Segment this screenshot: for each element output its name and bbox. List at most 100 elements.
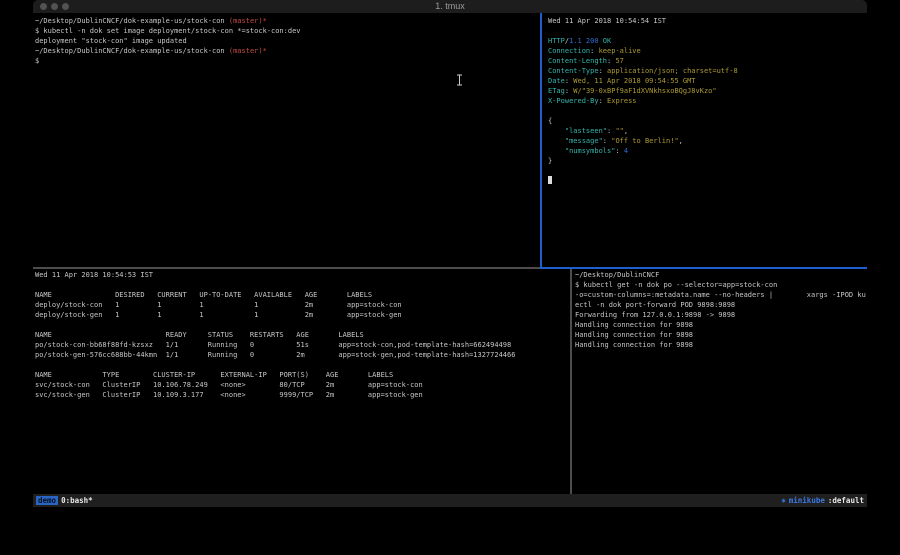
tmux-pane-area: ~/Desktop/DublinCNCF/dok-example-us/stoc… (33, 13, 867, 494)
terminal-line: Handling connection for 9898 (575, 330, 866, 340)
terminal-line: Wed 11 Apr 2018 10:54:54 IST (548, 16, 866, 26)
terminal-text: Forwarding from 127.0.0.1:9898 -> 9898 (575, 311, 735, 319)
terminal-line: NAME READY STATUS RESTARTS AGE LABELS (35, 330, 568, 340)
terminal-line: { (548, 116, 866, 126)
terminal-text: 57 (615, 57, 623, 65)
pane-kubectl-get[interactable]: Wed 11 Apr 2018 10:54:53 IST NAME DESIRED… (35, 270, 568, 493)
terminal-text: Express (607, 97, 637, 105)
terminal-line: "numsymbols": 4 (548, 146, 866, 156)
terminal-line: ETag: W/"39-0xBPf9aF1dXVNkhsxoBQgJ8vKzo" (548, 86, 866, 96)
terminal-text (548, 127, 565, 135)
terminal-line: ~/Desktop/DublinCNCF/dok-example-us/stoc… (35, 16, 539, 26)
terminal-text: Wed 11 Apr 2018 10:54:53 IST (35, 271, 153, 279)
kubernetes-helm-icon: ⎈ (781, 496, 786, 505)
terminal-text: deploy/stock-con 1 1 1 1 2m app=stock-co… (35, 301, 402, 309)
pane-shell-set-image[interactable]: ~/Desktop/DublinCNCF/dok-example-us/stoc… (35, 16, 539, 266)
kube-namespace: :default (828, 496, 864, 505)
terminal-text: $ (35, 57, 39, 65)
terminal-text (548, 137, 565, 145)
terminal-text: : (599, 97, 607, 105)
terminal-text: 1.1 200 (569, 37, 599, 45)
terminal-line: X-Powered-By: Express (548, 96, 866, 106)
terminal-text: po/stock-gen-576cc688bb-44kmn 1/1 Runnin… (35, 351, 515, 359)
window-tab-bash[interactable]: 0:bash* (61, 496, 93, 505)
terminal-line: } (548, 156, 866, 166)
terminal-line (35, 360, 568, 370)
terminal-line: po/stock-gen-576cc688bb-44kmn 1/1 Runnin… (35, 350, 568, 360)
terminal-text: ~/Desktop/DublinCNCF/dok-example-us/stoc… (35, 47, 229, 55)
kube-context-name: minikube (789, 496, 825, 505)
terminal-text: X-Powered-By (548, 97, 599, 105)
terminal-line: deploy/stock-gen 1 1 1 1 2m app=stock-ge… (35, 310, 568, 320)
terminal-text: : (603, 137, 611, 145)
terminal-text: keep-alive (599, 47, 641, 55)
terminal-line (548, 176, 866, 186)
pane-divider-horizontal-inactive (33, 267, 540, 269)
terminal-text: "lastseen" (565, 127, 607, 135)
terminal-line: Date: Wed, 11 Apr 2018 09:54:55 GMT (548, 76, 866, 86)
terminal-line (35, 280, 568, 290)
terminal-text: NAME TYPE CLUSTER-IP EXTERNAL-IP PORT(S)… (35, 371, 393, 379)
terminal-text: ETag (548, 87, 565, 95)
terminal-text: , (624, 127, 628, 135)
terminal-text: -o=custom-columns=:metadata.name --no-he… (575, 291, 866, 299)
terminal-text: Connection (548, 47, 590, 55)
terminal-line (548, 26, 866, 36)
pane-http-response[interactable]: Wed 11 Apr 2018 10:54:54 ISTHTTP/1.1 200… (548, 16, 866, 266)
terminal-text: : (590, 47, 598, 55)
terminal-cursor (548, 176, 552, 184)
terminal-line: Forwarding from 127.0.0.1:9898 -> 9898 (575, 310, 866, 320)
terminal-text: (master)* (229, 17, 267, 25)
terminal-line: Content-Type: application/json; charset=… (548, 66, 866, 76)
status-right: ⎈ minikube:default (781, 496, 864, 505)
terminal-line: svc/stock-con ClusterIP 10.106.78.249 <n… (35, 380, 568, 390)
terminal-line: NAME TYPE CLUSTER-IP EXTERNAL-IP PORT(S)… (35, 370, 568, 380)
terminal-text: deploy/stock-gen 1 1 1 1 2m app=stock-ge… (35, 311, 402, 319)
terminal-text: svc/stock-gen ClusterIP 10.109.3.177 <no… (35, 391, 423, 399)
terminal-text: ~/Desktop/DublinCNCF (575, 271, 659, 279)
terminal-text: OK (599, 37, 612, 45)
terminal-line (548, 166, 866, 176)
terminal-text: application/json; charset=utf-8 (607, 67, 738, 75)
terminal-text: Handling connection for 9898 (575, 331, 693, 339)
terminal-line (548, 106, 866, 116)
terminal-text: { (548, 117, 552, 125)
terminal-text: "" (615, 127, 623, 135)
terminal-line: Content-Length: 57 (548, 56, 866, 66)
terminal-text: (master)* (229, 47, 267, 55)
pane-port-forward[interactable]: ~/Desktop/DublinCNCF $ kubectl get -n dok… (575, 270, 866, 493)
terminal-line: Wed 11 Apr 2018 10:54:53 IST (35, 270, 568, 280)
terminal-line: po/stock-con-bb68f88fd-kzsxz 1/1 Running… (35, 340, 568, 350)
terminal-line: $ kubectl -n dok set image deployment/st… (35, 26, 539, 36)
terminal-text: "Off to Berlin!" (611, 137, 678, 145)
window-title: 1. tmux (33, 1, 867, 11)
terminal-line: -o=custom-columns=:metadata.name --no-he… (575, 290, 866, 300)
terminal-line (35, 320, 568, 330)
terminal-text: NAME READY STATUS RESTARTS AGE LABELS (35, 331, 364, 339)
terminal-line: Handling connection for 9898 (575, 320, 866, 330)
session-name: demo (36, 496, 58, 505)
terminal-line: ~/Desktop/DublinCNCF (575, 270, 866, 280)
pane-divider-vertical-inactive (570, 269, 572, 494)
terminal-text: NAME DESIRED CURRENT UP-TO-DATE AVAILABL… (35, 291, 372, 299)
pane-divider-vertical-active (540, 13, 542, 268)
terminal-line: deployment "stock-con" image updated (35, 36, 539, 46)
terminal-text: "message" (565, 137, 603, 145)
terminal-text: , (679, 137, 683, 145)
terminal-text: Handling connection for 9898 (575, 321, 693, 329)
terminal-text: 4 (624, 147, 628, 155)
terminal-text: Wed, 11 Apr 2018 09:54:55 GMT (573, 77, 695, 85)
pane-divider-horizontal-active (540, 267, 867, 269)
mouse-ibeam-cursor (456, 71, 463, 90)
status-left: demo 0:bash* (36, 496, 93, 505)
terminal-line: "lastseen": "", (548, 126, 866, 136)
terminal-text: } (548, 157, 552, 165)
terminal-line: Handling connection for 9898 (575, 340, 866, 350)
terminal-window: 1. tmux ~/Desktop/DublinCNCF/dok-example… (33, 0, 867, 507)
terminal-line: svc/stock-gen ClusterIP 10.109.3.177 <no… (35, 390, 568, 400)
desktop-background: 1. tmux ~/Desktop/DublinCNCF/dok-example… (0, 0, 900, 555)
window-titlebar: 1. tmux (33, 0, 867, 14)
terminal-text: W/"39-0xBPf9aF1dXVNkhsxoBQgJ8vKzo" (573, 87, 716, 95)
terminal-text: $ kubectl get -n dok po --selector=app=s… (575, 281, 777, 289)
terminal-text: Handling connection for 9898 (575, 341, 693, 349)
